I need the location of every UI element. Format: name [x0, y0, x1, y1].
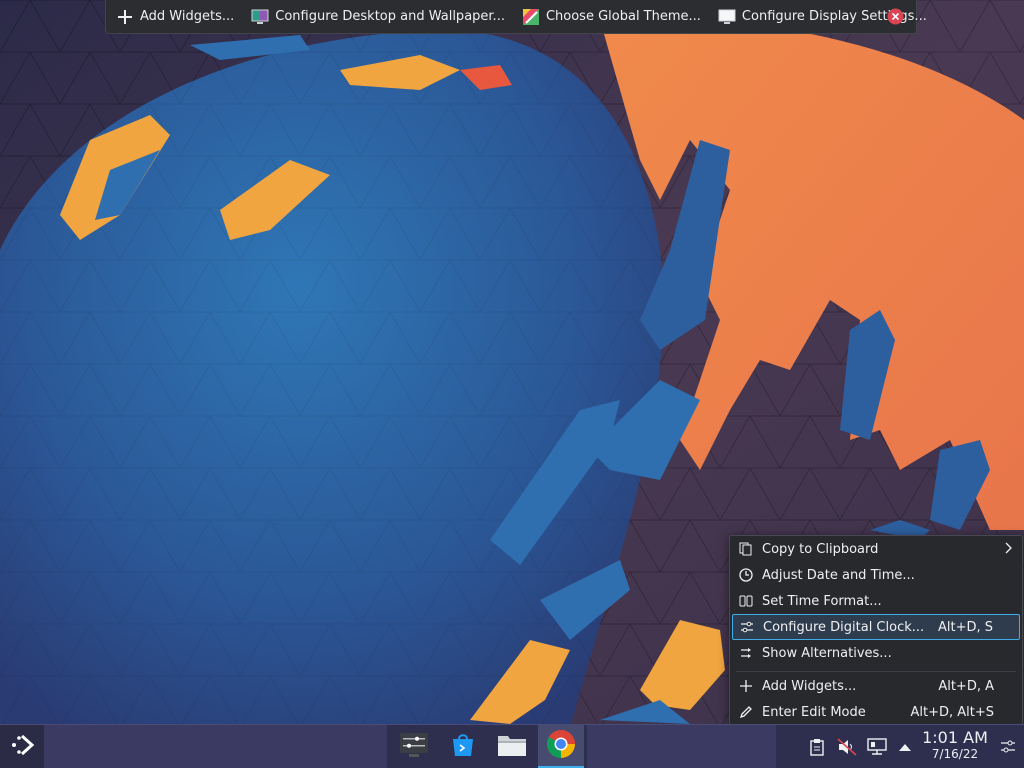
system-settings-icon — [399, 732, 429, 762]
clock-icon — [738, 567, 754, 583]
clock-date: 7/16/22 — [931, 747, 979, 761]
alternatives-icon — [738, 645, 754, 661]
volume-muted-icon[interactable] — [837, 737, 857, 757]
task-dolphin[interactable] — [489, 725, 535, 768]
close-icon[interactable] — [887, 8, 904, 25]
chevron-right-icon — [1004, 542, 1012, 558]
task-manager — [387, 725, 587, 768]
menu-item-enter-edit-mode[interactable]: Enter Edit Mode Alt+D, Alt+S — [732, 699, 1020, 725]
configure-desktop-label: Configure Desktop and Wallpaper... — [275, 9, 505, 24]
add-widgets-button[interactable]: Add Widgets... — [106, 0, 241, 33]
menu-item-shortcut: Alt+D, Alt+S — [910, 704, 994, 720]
menu-item-label: Configure Digital Clock... — [763, 619, 925, 635]
desktop-wallpaper-icon — [251, 8, 269, 26]
clock-context-menu: Copy to Clipboard Adjust Date and Time..… — [729, 535, 1023, 725]
menu-item-show-alternatives[interactable]: Show Alternatives... — [732, 640, 1020, 666]
edit-mode-toolbar: Add Widgets... Configure Desktop and Wal… — [105, 0, 927, 34]
chrome-icon — [546, 729, 576, 763]
pencil-icon — [738, 704, 754, 720]
kde-launcher-icon — [9, 732, 35, 762]
menu-separator — [736, 671, 1016, 672]
task-discover[interactable] — [440, 725, 486, 768]
plus-icon — [116, 8, 134, 26]
menu-item-label: Set Time Format... — [762, 593, 882, 609]
menu-item-shortcut: Alt+D, S — [937, 619, 993, 635]
global-theme-label: Choose Global Theme... — [545, 9, 701, 24]
monitor-icon — [718, 8, 736, 26]
menu-item-label: Copy to Clipboard — [762, 541, 879, 557]
menu-item-shortcut: Alt+D, A — [938, 678, 994, 694]
plus-icon — [738, 678, 754, 694]
menu-item-configure-digital-clock[interactable]: Configure Digital Clock... Alt+D, S — [732, 614, 1020, 640]
folder-icon — [497, 733, 527, 761]
task-chrome[interactable] — [538, 725, 584, 768]
copy-icon — [738, 541, 754, 557]
theme-icon — [522, 8, 540, 26]
menu-item-label: Add Widgets... — [762, 678, 857, 694]
menu-item-adjust-date-time[interactable]: Adjust Date and Time... — [732, 562, 1020, 588]
panel-settings-icon[interactable] — [998, 737, 1018, 757]
network-icon[interactable] — [867, 737, 887, 757]
menu-item-label: Adjust Date and Time... — [762, 567, 915, 583]
task-system-settings[interactable] — [391, 725, 437, 768]
taskbar-panel: 1:01 AM 7/16/22 — [0, 724, 1024, 768]
expand-arrow-icon[interactable] — [895, 737, 915, 757]
add-widgets-label: Add Widgets... — [140, 9, 235, 24]
time-format-icon — [738, 593, 754, 609]
menu-item-label: Show Alternatives... — [762, 645, 892, 661]
clock-time: 1:01 AM — [922, 728, 988, 747]
menu-item-copy-to-clipboard[interactable]: Copy to Clipboard — [732, 536, 1020, 562]
configure-desktop-button[interactable]: Configure Desktop and Wallpaper... — [241, 0, 512, 33]
menu-item-add-widgets[interactable]: Add Widgets... Alt+D, A — [732, 673, 1020, 699]
system-tray: 1:01 AM 7/16/22 — [776, 725, 1024, 768]
discover-store-icon — [450, 732, 476, 762]
global-theme-button[interactable]: Choose Global Theme... — [512, 0, 708, 33]
digital-clock[interactable]: 1:01 AM 7/16/22 — [917, 728, 993, 762]
configure-icon — [739, 619, 755, 635]
menu-item-set-time-format[interactable]: Set Time Format... — [732, 588, 1020, 614]
menu-item-label: Enter Edit Mode — [762, 704, 866, 720]
application-launcher-button[interactable] — [0, 725, 44, 768]
clipboard-icon[interactable] — [807, 737, 827, 757]
